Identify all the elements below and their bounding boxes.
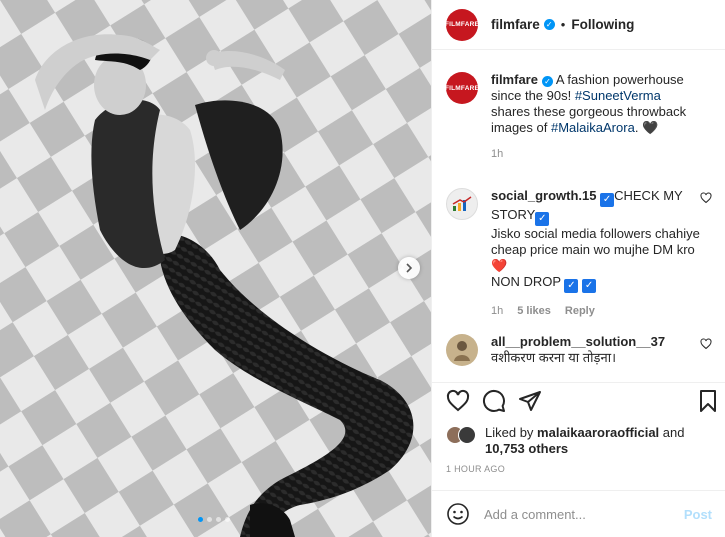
post-side-panel: FILMFARE filmfare ✓ • Following FILMFARE… bbox=[431, 0, 725, 537]
header-separator: • bbox=[560, 17, 566, 32]
like-comment-heart-icon[interactable] bbox=[700, 192, 712, 204]
checkmark-emoji-icon: ✓ bbox=[582, 279, 597, 293]
caption-meta: 1h bbox=[491, 148, 701, 160]
caption-text: filmfare ✓ A fashion powerhouse since the… bbox=[491, 72, 701, 136]
likes-count-link[interactable]: 10,753 others bbox=[485, 441, 568, 456]
comment-username[interactable]: all__problem__solution__37 bbox=[491, 334, 665, 349]
post-timestamp[interactable]: 1 HOUR AGO bbox=[446, 464, 505, 474]
checkmark-emoji-icon: ✓ bbox=[564, 279, 579, 293]
liked-by-text: Liked by malaikaaroraofficial and 10,753… bbox=[485, 425, 684, 457]
hashtag-link[interactable]: #SuneetVerma bbox=[575, 88, 661, 103]
like-comment-heart-icon[interactable] bbox=[700, 338, 712, 350]
save-bookmark-icon[interactable] bbox=[696, 389, 720, 413]
avatar[interactable]: FILMFARE bbox=[445, 8, 479, 41]
comment-text-part: Jisko social media followers chahiye che… bbox=[491, 226, 700, 257]
avatar[interactable] bbox=[446, 188, 478, 220]
hashtag-link[interactable]: #MalaikaArora bbox=[551, 120, 635, 135]
avatar[interactable] bbox=[458, 426, 476, 444]
emoji-smiley-icon[interactable] bbox=[446, 502, 470, 526]
like-heart-icon[interactable] bbox=[446, 389, 470, 413]
list-item: social_growth.15 ✓ CHECK MY STORY ✓ Jisko … bbox=[446, 188, 718, 317]
carousel-dots bbox=[198, 517, 230, 522]
carousel-dot bbox=[198, 517, 203, 522]
comment-username[interactable]: social_growth.15 bbox=[491, 188, 596, 203]
liked-user-link[interactable]: malaikaaroraofficial bbox=[537, 425, 659, 440]
comment-text-part: CHECK MY bbox=[614, 188, 683, 203]
header-username[interactable]: filmfare bbox=[491, 17, 540, 32]
caption-username[interactable]: filmfare bbox=[491, 72, 538, 87]
chevron-right-icon bbox=[406, 263, 413, 273]
carousel-dot bbox=[225, 517, 230, 522]
comment-text-part: STORY bbox=[491, 207, 536, 222]
avatar[interactable] bbox=[446, 334, 478, 366]
heart-emoji: ❤️ bbox=[491, 258, 508, 273]
caption: FILMFARE filmfare ✓ A fashion powerhouse … bbox=[445, 72, 718, 160]
comment-text: all__problem__solution__37 वशीकरण करना य… bbox=[491, 334, 701, 366]
liked-prefix: Liked by bbox=[485, 425, 538, 440]
caption-text-part: . 🖤 bbox=[634, 120, 659, 135]
list-item: all__problem__solution__37 वशीकरण करना य… bbox=[446, 334, 718, 366]
action-bar bbox=[432, 382, 725, 418]
liked-avatars bbox=[446, 426, 478, 444]
photo-image bbox=[0, 0, 431, 537]
carousel-dot bbox=[207, 517, 212, 522]
comment-text-part: वशीकरण करना या तोड़ना। bbox=[491, 350, 617, 365]
profile-picture-icon bbox=[454, 341, 470, 361]
liked-middle: and bbox=[659, 425, 685, 440]
share-paper-plane-icon[interactable] bbox=[518, 389, 542, 413]
comment-bubble-icon[interactable] bbox=[482, 389, 506, 413]
comment-text-part: NON DROP bbox=[491, 274, 561, 289]
verified-badge-icon: ✓ bbox=[541, 76, 553, 87]
checkmark-emoji-icon: ✓ bbox=[600, 193, 615, 207]
verified-badge-icon: ✓ bbox=[543, 19, 555, 30]
comment-meta: 1h 5 likes Reply bbox=[491, 305, 701, 317]
caption-time[interactable]: 1h bbox=[491, 148, 503, 160]
post-photo[interactable] bbox=[0, 0, 431, 537]
reply-button[interactable]: Reply bbox=[565, 305, 595, 317]
next-photo-button[interactable] bbox=[398, 257, 420, 279]
comment-likes[interactable]: 5 likes bbox=[517, 305, 551, 317]
comments-list[interactable]: FILMFARE filmfare ✓ A fashion powerhouse … bbox=[432, 51, 725, 381]
add-comment-bar: Post bbox=[432, 490, 725, 537]
following-button[interactable]: Following bbox=[571, 17, 634, 32]
carousel-dot bbox=[216, 517, 221, 522]
checkmark-emoji-icon: ✓ bbox=[535, 212, 550, 226]
post-header: FILMFARE filmfare ✓ • Following bbox=[432, 0, 725, 50]
growth-chart-icon bbox=[452, 196, 472, 211]
post-comment-button[interactable]: Post bbox=[684, 507, 712, 522]
add-comment-input[interactable] bbox=[484, 506, 674, 522]
comment-text: social_growth.15 ✓ CHECK MY STORY ✓ Jisko … bbox=[491, 188, 701, 293]
liked-by: Liked by malaikaaroraofficial and 10,753… bbox=[446, 425, 684, 457]
avatar[interactable]: FILMFARE bbox=[445, 72, 479, 104]
comment-time[interactable]: 1h bbox=[491, 305, 503, 317]
